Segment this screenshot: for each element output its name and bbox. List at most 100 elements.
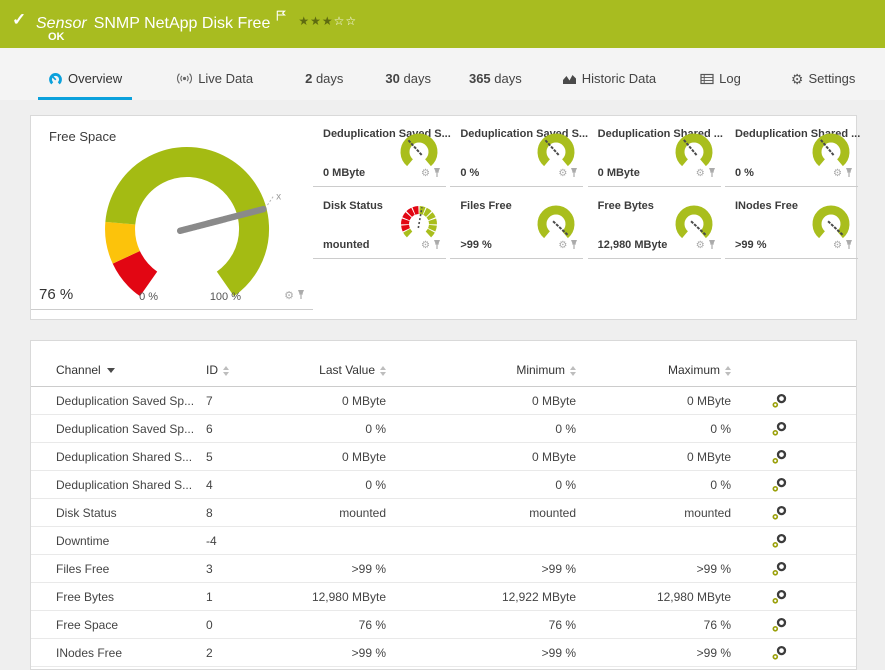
channel-settings-icon[interactable] [771, 393, 788, 407]
tab-historic-data[interactable]: Historic Data [562, 71, 656, 100]
cell-maximum: mounted [581, 499, 736, 527]
cell-id: 4 [206, 471, 296, 499]
gear-icon[interactable]: ⚙ [421, 241, 430, 251]
tab-log[interactable]: Log [700, 71, 741, 100]
gauge-corner-actions: ⚙ [833, 237, 853, 255]
pin-icon[interactable] [433, 237, 441, 255]
tab-label: 2 days [305, 71, 343, 86]
table-row-downtime[interactable]: Downtime-4 [31, 527, 856, 555]
cell-id: 5 [206, 443, 296, 471]
cell-last_value: 0 MByte [296, 387, 391, 415]
gauge-tile: Free Bytes12,980 MByte⚙ [588, 192, 721, 259]
column-header-last_value[interactable]: Last Value [296, 341, 391, 387]
cell-id: 2 [206, 639, 296, 667]
cell-last_value: 0 MByte [296, 443, 391, 471]
tile-value: 0 % [460, 167, 479, 179]
priority-stars[interactable]: ★★★☆☆ [298, 14, 357, 28]
channel-settings-icon[interactable] [771, 533, 788, 547]
tab-bar: Overview Live Data 2 days 30 days 365 days Hi… [0, 48, 885, 100]
pin-icon[interactable] [845, 237, 853, 255]
check-icon: ✓ [12, 10, 26, 30]
table-row-free-space[interactable]: Free Space076 %76 %76 % [31, 611, 856, 639]
gear-icon[interactable]: ⚙ [284, 291, 294, 302]
channel-settings-icon[interactable] [771, 505, 788, 519]
pin-icon[interactable] [570, 165, 578, 183]
svg-text:x: x [276, 192, 281, 203]
pin-icon[interactable] [570, 237, 578, 255]
pin-icon[interactable] [708, 165, 716, 183]
tab-overview[interactable]: Overview [48, 71, 122, 100]
tab-label: Log [719, 71, 741, 86]
cell-id: 6 [206, 415, 296, 443]
cell-actions [736, 471, 856, 499]
channel-settings-icon[interactable] [771, 617, 788, 631]
tab-365-days[interactable]: 365 days [469, 71, 522, 100]
tab-label: Live Data [198, 71, 253, 86]
cell-maximum: 12,980 MByte [581, 583, 736, 611]
gauge-corner-actions: ⚙ [558, 165, 578, 183]
cell-id: 8 [206, 499, 296, 527]
tab-settings[interactable]: ⚙Settings [791, 71, 856, 100]
cell-channel: Deduplication Shared S... [31, 471, 206, 499]
channel-settings-icon[interactable] [771, 645, 788, 659]
flag-icon[interactable] [276, 8, 286, 26]
table-row-deduplication-saved-sp-[interactable]: Deduplication Saved Sp...70 MByte0 MByte… [31, 387, 856, 415]
table-row-deduplication-saved-sp-[interactable]: Deduplication Saved Sp...60 %0 %0 % [31, 415, 856, 443]
tile-value: 12,980 MByte [598, 239, 668, 251]
pin-icon[interactable] [297, 287, 305, 305]
gear-icon[interactable]: ⚙ [421, 169, 430, 179]
gear-icon[interactable]: ⚙ [558, 169, 567, 179]
gear-icon[interactable]: ⚙ [833, 241, 842, 251]
gear-icon[interactable]: ⚙ [696, 241, 705, 251]
sort-icon [223, 366, 229, 376]
broadcast-icon [176, 72, 193, 85]
table-row-deduplication-shared-s-[interactable]: Deduplication Shared S...50 MByte0 MByte… [31, 443, 856, 471]
gear-icon[interactable]: ⚙ [696, 169, 705, 179]
cell-actions [736, 415, 856, 443]
cell-minimum: 76 % [391, 611, 581, 639]
pin-icon[interactable] [845, 165, 853, 183]
gauge-tile: Disk Statusmounted⚙ [313, 192, 446, 259]
cell-minimum: >99 % [391, 639, 581, 667]
table-row-files-free[interactable]: Files Free3>99 %>99 %>99 % [31, 555, 856, 583]
cell-channel: Free Space [31, 611, 206, 639]
free-space-gauge: x0 %100 % [87, 134, 299, 306]
column-header-id[interactable]: ID [206, 341, 296, 387]
tab-30-days[interactable]: 30 days [385, 71, 431, 100]
channel-settings-icon[interactable] [771, 561, 788, 575]
cell-id: 0 [206, 611, 296, 639]
gear-icon[interactable]: ⚙ [558, 241, 567, 251]
channel-settings-icon[interactable] [771, 449, 788, 463]
cell-channel: Deduplication Saved Sp... [31, 387, 206, 415]
table-row-deduplication-shared-s-[interactable]: Deduplication Shared S...40 %0 %0 % [31, 471, 856, 499]
pin-icon[interactable] [433, 165, 441, 183]
gauge-corner-actions: ⚙ [558, 237, 578, 255]
channel-settings-icon[interactable] [771, 421, 788, 435]
cell-actions [736, 639, 856, 667]
gear-icon[interactable]: ⚙ [833, 169, 842, 179]
cell-last_value: 12,980 MByte [296, 583, 391, 611]
tab-label: Settings [808, 71, 855, 86]
cell-maximum: 0 MByte [581, 387, 736, 415]
column-header-channel[interactable]: Channel [31, 341, 206, 387]
cell-channel: Downtime [31, 527, 206, 555]
cell-last_value: >99 % [296, 555, 391, 583]
table-row-free-bytes[interactable]: Free Bytes112,980 MByte12,922 MByte12,98… [31, 583, 856, 611]
gauge-tile: Deduplication Saved S...0 MByte⚙ [313, 120, 446, 187]
tile-value: 0 % [735, 167, 754, 179]
gauge-tile: Files Free>99 %⚙ [450, 192, 583, 259]
tab-live-data[interactable]: Live Data [176, 71, 253, 100]
channel-settings-icon[interactable] [771, 477, 788, 491]
column-header-actions [736, 341, 856, 387]
table-row-disk-status[interactable]: Disk Status8mountedmountedmounted [31, 499, 856, 527]
sensor-kind-label: Sensor [36, 15, 87, 32]
column-header-maximum[interactable]: Maximum [581, 341, 736, 387]
cell-minimum [391, 527, 581, 555]
table-row-inodes-free[interactable]: INodes Free2>99 %>99 %>99 % [31, 639, 856, 667]
tab-2-days[interactable]: 2 days [305, 71, 343, 100]
cell-channel: Deduplication Saved Sp... [31, 415, 206, 443]
log-icon [700, 73, 714, 85]
pin-icon[interactable] [708, 237, 716, 255]
channel-settings-icon[interactable] [771, 589, 788, 603]
column-header-minimum[interactable]: Minimum [391, 341, 581, 387]
